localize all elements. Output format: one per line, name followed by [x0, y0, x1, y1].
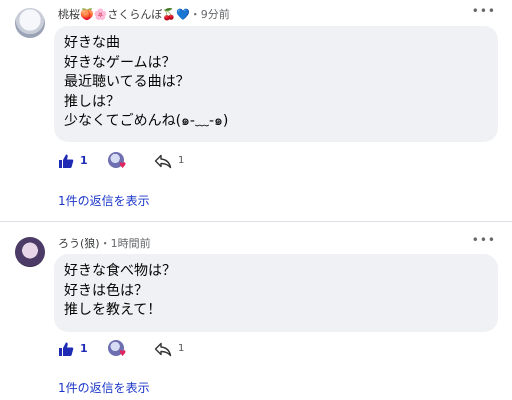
- author-name[interactable]: 桃桜🍑🌸さくらんぼ🍒💙: [58, 8, 190, 21]
- author-name[interactable]: ろう(狼): [58, 237, 100, 250]
- avatar[interactable]: [15, 237, 45, 267]
- view-replies-link[interactable]: 1件の返信を表示: [58, 192, 150, 209]
- comment-line: 好きは色は？: [64, 282, 148, 299]
- separator: ・: [99, 237, 111, 250]
- reply-count: 1: [178, 155, 185, 166]
- divider: [0, 221, 512, 222]
- more-options-icon[interactable]: •••: [472, 4, 496, 18]
- more-options-icon[interactable]: •••: [472, 233, 496, 247]
- view-replies-link[interactable]: 1件の返信を表示: [58, 379, 150, 396]
- comment-line: 最近聴いてる曲は？: [64, 74, 190, 90]
- comment-bubble: 好きな曲 好きなゲームは？ 最近聴いてる曲は？ 推しは？ 少なくてごめんね(๑-…: [54, 26, 498, 142]
- comment-line: 好きな曲: [64, 35, 120, 51]
- heart-icon: ♥: [119, 161, 127, 170]
- comment-line: 少なくてごめんね(๑-﹏-๑): [64, 113, 229, 129]
- thumbs-up-icon[interactable]: [58, 153, 74, 169]
- comment-bubble: 好きな食べ物は？ 好きは色は？ 推しを教えて！: [54, 254, 498, 332]
- heart-icon: ♥: [119, 349, 127, 358]
- like-count: 1: [80, 154, 88, 167]
- like-count: 1: [80, 342, 88, 355]
- comment-line: 推しは？: [64, 93, 120, 110]
- thumbs-up-icon[interactable]: [58, 341, 74, 357]
- comment: 桃桜🍑🌸さくらんぼ🍒💙・9分前 ••• 好きな曲 好きなゲームは？ 最近聴いてる…: [0, 0, 512, 222]
- avatar[interactable]: [15, 8, 45, 38]
- timestamp[interactable]: 9分前: [201, 8, 230, 21]
- reply-arrow-icon[interactable]: [154, 342, 172, 357]
- comment: ろう(狼)・1時間前 ••• 好きな食べ物は？ 好きは色は？ 推しを教えて！ 1…: [0, 223, 512, 400]
- comment-line: 好きなゲームは？: [64, 54, 176, 71]
- comment-header: 桃桜🍑🌸さくらんぼ🍒💙・9分前: [58, 6, 230, 22]
- separator: ・: [189, 8, 201, 21]
- comment-line: 好きな食べ物は？: [64, 263, 176, 279]
- reply-arrow-icon[interactable]: [154, 154, 172, 169]
- comment-line: 推しを教えて！: [64, 302, 162, 318]
- timestamp[interactable]: 1時間前: [111, 237, 151, 250]
- reply-count: 1: [178, 343, 185, 354]
- comment-header: ろう(狼)・1時間前: [58, 235, 151, 251]
